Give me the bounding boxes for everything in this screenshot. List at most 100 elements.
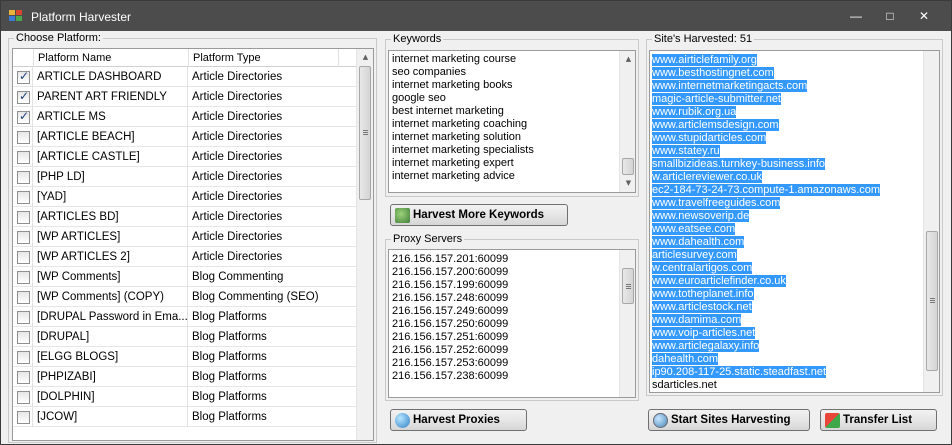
sites-scrollbar[interactable] [923, 51, 939, 392]
transfer-list-button[interactable]: Transfer List [820, 409, 937, 431]
row-checkbox[interactable] [17, 391, 30, 404]
platform-name-cell[interactable]: [ELGG BLOGS] [34, 347, 188, 367]
platform-type-cell[interactable]: Blog Platforms [189, 347, 339, 367]
platform-type-cell[interactable]: Article Directories [189, 127, 339, 147]
scroll-thumb[interactable] [622, 268, 634, 304]
platform-type-cell[interactable]: Article Directories [189, 167, 339, 187]
platform-grid-scrollbar[interactable]: ▲ [356, 49, 373, 440]
harvest-proxies-button[interactable]: Harvest Proxies [390, 409, 527, 431]
scroll-up-arrow-icon[interactable]: ▲ [357, 49, 373, 66]
table-row[interactable]: [DOLPHIN] Blog Platforms [13, 387, 373, 407]
table-row[interactable]: [DRUPAL] Blog Platforms [13, 327, 373, 347]
table-row[interactable]: [ARTICLES BD] Article Directories [13, 207, 373, 227]
platform-name-cell[interactable]: [PHP LD] [34, 167, 188, 187]
title-bar[interactable]: Platform Harvester — □ ✕ [1, 1, 951, 31]
table-row[interactable]: ARTICLE MSArticle Directories [13, 107, 373, 127]
table-row[interactable]: [WP Comments] Blog Commenting [13, 267, 373, 287]
table-row[interactable]: [WP ARTICLES] Article Directories [13, 227, 373, 247]
start-sites-harvesting-label: Start Sites Harvesting [671, 414, 791, 426]
platform-grid[interactable]: Platform Name Platform Type ARTICLE DASH… [12, 48, 374, 441]
column-header-platform-name[interactable]: Platform Name [34, 49, 189, 67]
platform-type-cell[interactable]: Blog Platforms [189, 307, 339, 327]
platform-type-cell[interactable]: Blog Commenting [189, 267, 339, 287]
platform-name-cell[interactable]: [PHPIZABI] [34, 367, 188, 387]
sites-textbox[interactable]: www.airticlefamily.org www.besthostingnet… [649, 50, 940, 393]
platform-type-cell[interactable]: Blog Platforms [189, 327, 339, 347]
scroll-thumb[interactable] [622, 158, 634, 175]
row-checkbox[interactable] [17, 171, 30, 184]
platform-type-cell[interactable]: Blog Commenting (SEO) [189, 287, 339, 307]
platform-name-cell[interactable]: [ARTICLE CASTLE] [34, 147, 188, 167]
platform-type-cell[interactable]: Blog Platforms [189, 407, 339, 427]
row-checkbox[interactable] [17, 251, 30, 264]
row-checkbox[interactable] [17, 211, 30, 224]
window-title: Platform Harvester [31, 10, 132, 24]
row-checkbox[interactable] [17, 69, 30, 84]
platform-name-cell[interactable]: [WP Comments] [34, 267, 188, 287]
platform-name-cell[interactable]: [ARTICLES BD] [34, 207, 188, 227]
column-header-platform-type[interactable]: Platform Type [189, 49, 339, 67]
table-row[interactable]: ARTICLE DASHBOARDArticle Directories [13, 67, 373, 87]
platform-name-cell[interactable]: [YAD] [34, 187, 188, 207]
row-checkbox[interactable] [17, 411, 30, 424]
table-row[interactable]: [YAD] Article Directories [13, 187, 373, 207]
start-sites-harvesting-button[interactable]: Start Sites Harvesting [648, 409, 810, 431]
table-row[interactable]: [ARTICLE BEACH] Article Directories [13, 127, 373, 147]
keywords-scrollbar[interactable]: ▲ ▼ [619, 51, 635, 192]
platform-name-cell[interactable]: PARENT ART FRIENDLY [34, 87, 188, 107]
table-row[interactable]: [ELGG BLOGS] Blog Platforms [13, 347, 373, 367]
row-checkbox[interactable] [17, 271, 30, 284]
table-row[interactable]: [DRUPAL Password in Ema... Blog Platforms [13, 307, 373, 327]
platform-type-cell[interactable]: Article Directories [189, 107, 339, 127]
proxy-scrollbar[interactable] [619, 250, 635, 397]
platform-name-cell[interactable]: [ARTICLE BEACH] [34, 127, 188, 147]
row-checkbox[interactable] [17, 311, 30, 324]
row-checkbox[interactable] [17, 291, 30, 304]
table-row[interactable]: [WP ARTICLES 2] Article Directories [13, 247, 373, 267]
proxy-textbox[interactable]: 216.156.157.201:60099 216.156.157.200:600… [388, 249, 636, 398]
platform-name-cell[interactable]: [WP ARTICLES 2] [34, 247, 188, 267]
maximize-button[interactable]: □ [875, 7, 905, 25]
platform-type-cell[interactable]: Article Directories [189, 227, 339, 247]
platform-name-cell[interactable]: [JCOW] [34, 407, 188, 427]
table-row[interactable]: PARENT ART FRIENDLYArticle Directories [13, 87, 373, 107]
table-row[interactable]: [PHPIZABI] Blog Platforms [13, 367, 373, 387]
platform-type-cell[interactable]: Article Directories [189, 87, 339, 107]
scroll-down-arrow-icon[interactable]: ▼ [620, 175, 635, 192]
keywords-textbox[interactable]: internet marketing course seo companies in… [388, 50, 636, 193]
minimize-button[interactable]: — [841, 7, 871, 25]
row-checkbox[interactable] [17, 151, 30, 164]
platform-name-cell[interactable]: [WP Comments] (COPY) [34, 287, 188, 307]
row-checkbox[interactable] [17, 351, 30, 364]
platform-type-cell[interactable]: Blog Platforms [189, 367, 339, 387]
platform-type-cell[interactable]: Blog Platforms [189, 387, 339, 407]
text-line-content: articlesurvey.com [652, 249, 737, 261]
platform-type-cell[interactable]: Article Directories [189, 147, 339, 167]
table-row[interactable]: [WP Comments] (COPY) Blog Commenting (SEO… [13, 287, 373, 307]
platform-name-cell[interactable]: ARTICLE MS [34, 107, 188, 127]
platform-name-cell[interactable]: [WP ARTICLES] [34, 227, 188, 247]
platform-name-cell[interactable]: ARTICLE DASHBOARD [34, 67, 188, 87]
platform-name-cell[interactable]: [DRUPAL] [34, 327, 188, 347]
table-row[interactable]: [PHP LD] Article Directories [13, 167, 373, 187]
table-row[interactable]: [JCOW] Blog Platforms [13, 407, 373, 427]
close-button[interactable]: ✕ [909, 7, 939, 25]
platform-type-cell[interactable]: Article Directories [189, 247, 339, 267]
harvest-more-keywords-button[interactable]: Harvest More Keywords [390, 204, 568, 226]
platform-type-cell[interactable]: Article Directories [189, 187, 339, 207]
row-checkbox[interactable] [17, 89, 30, 104]
row-checkbox[interactable] [17, 331, 30, 344]
table-row[interactable]: [ARTICLE CASTLE] Article Directories [13, 147, 373, 167]
row-checkbox[interactable] [17, 109, 30, 124]
row-checkbox[interactable] [17, 231, 30, 244]
platform-name-cell[interactable]: [DRUPAL Password in Ema... [34, 307, 188, 327]
platform-type-cell[interactable]: Article Directories [189, 207, 339, 227]
platform-type-cell[interactable]: Article Directories [189, 67, 339, 87]
platform-name-cell[interactable]: [DOLPHIN] [34, 387, 188, 407]
row-checkbox[interactable] [17, 371, 30, 384]
scroll-up-arrow-icon[interactable]: ▲ [620, 51, 635, 68]
scroll-thumb[interactable] [359, 66, 371, 200]
row-checkbox[interactable] [17, 131, 30, 144]
scroll-thumb[interactable] [926, 231, 938, 371]
row-checkbox[interactable] [17, 191, 30, 204]
